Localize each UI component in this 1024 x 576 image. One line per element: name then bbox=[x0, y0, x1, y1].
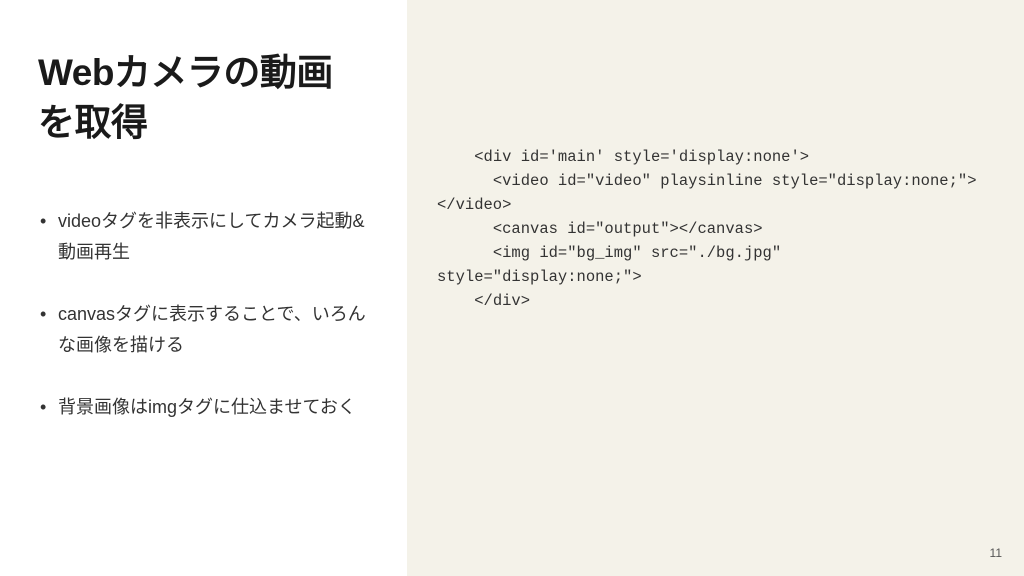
list-item: 背景画像はimgタグに仕込ませておく bbox=[38, 392, 369, 424]
left-content-pane: Webカメラの動画を取得 videoタグを非表示にしてカメラ起動&動画再生 ca… bbox=[0, 0, 407, 576]
list-item: videoタグを非表示にしてカメラ起動&動画再生 bbox=[38, 206, 369, 269]
page-title: Webカメラの動画を取得 bbox=[38, 48, 369, 148]
bullet-list: videoタグを非表示にしてカメラ起動&動画再生 canvasタグに表示すること… bbox=[38, 206, 369, 454]
list-item: canvasタグに表示することで、いろんな画像を描ける bbox=[38, 299, 369, 362]
page-number: 11 bbox=[990, 546, 1002, 560]
code-sample: <div id='main' style='display:none'> <vi… bbox=[437, 145, 994, 313]
right-code-pane: <div id='main' style='display:none'> <vi… bbox=[407, 0, 1024, 576]
